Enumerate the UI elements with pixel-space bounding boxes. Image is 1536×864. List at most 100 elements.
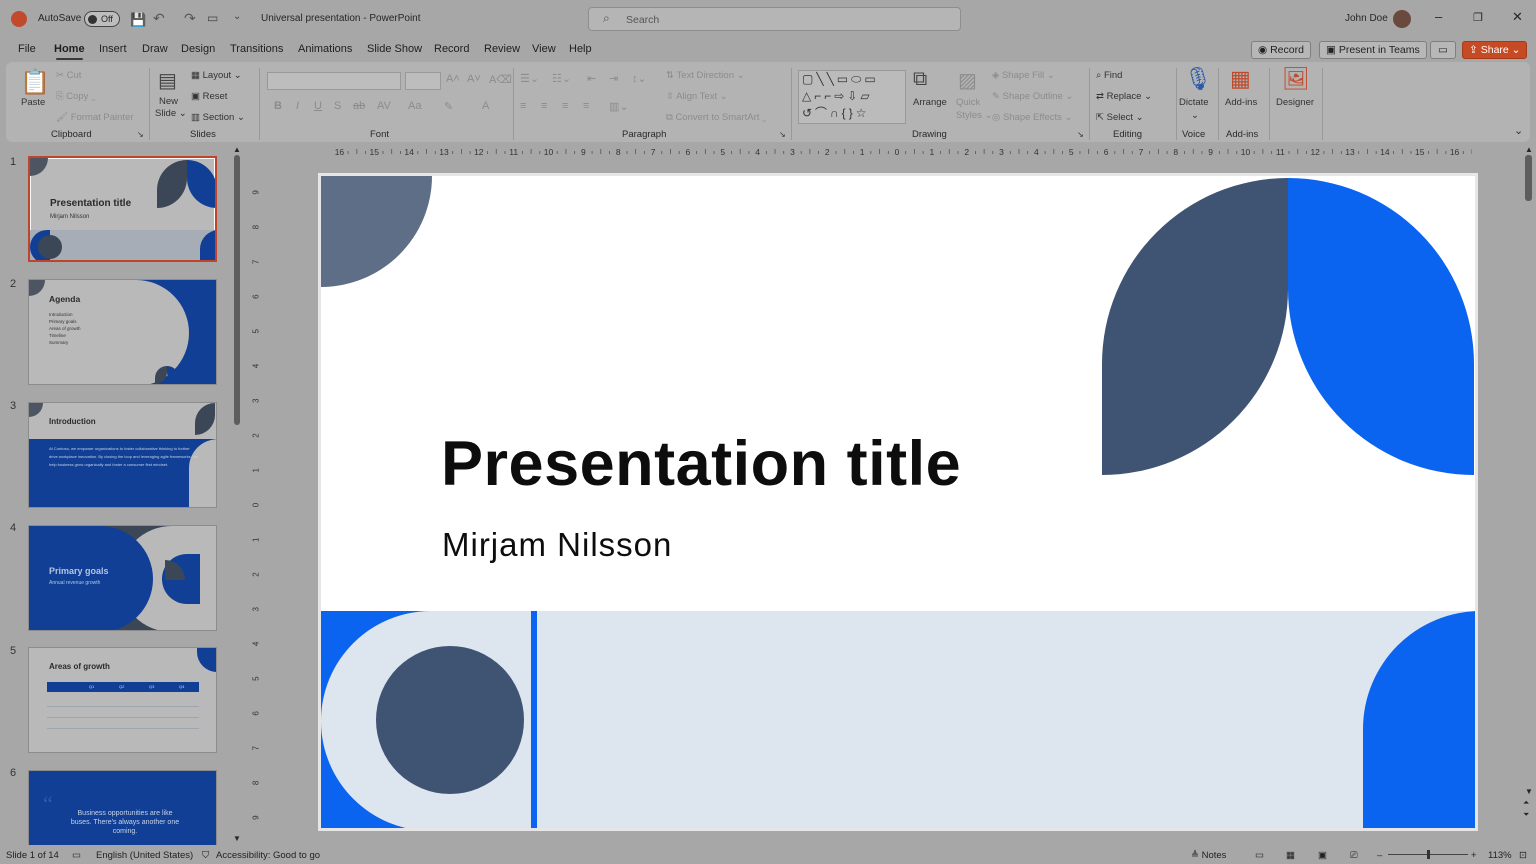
cut-button[interactable]: ✂ Cut: [56, 70, 81, 81]
zoom-out-icon[interactable]: –: [1377, 850, 1382, 861]
drawing-launcher-icon[interactable]: ↘: [1077, 130, 1084, 139]
decrease-indent-icon[interactable]: ⇤: [587, 72, 596, 85]
strikethrough-icon[interactable]: ab: [353, 100, 365, 112]
shape-outline-button[interactable]: ✎ Shape Outline ⌄: [992, 91, 1073, 102]
text-direction-button[interactable]: ⇅ Text Direction ⌄: [666, 70, 745, 81]
undo-icon[interactable]: ↶: [153, 10, 165, 27]
new-slide-button-line2[interactable]: Slide ⌄: [155, 108, 187, 119]
highlight-icon[interactable]: ✎: [444, 100, 453, 113]
zoom-slider-thumb[interactable]: [1427, 850, 1430, 859]
language-status[interactable]: English (United States): [96, 850, 193, 861]
paste-icon[interactable]: 📋: [20, 68, 50, 97]
spelling-icon[interactable]: ▭: [72, 850, 81, 861]
arrange-icon[interactable]: ⧉: [913, 68, 927, 91]
copy-button[interactable]: ⎘ Copy ⌄: [56, 91, 96, 102]
search-input[interactable]: Search: [626, 14, 659, 26]
slide-canvas[interactable]: Presentation title Mirjam Nilsson: [318, 173, 1478, 831]
font-name-combo[interactable]: [267, 72, 401, 90]
tab-insert[interactable]: Insert: [99, 43, 127, 55]
tab-view[interactable]: View: [532, 43, 556, 55]
microphone-icon[interactable]: 🎙: [1184, 66, 1212, 92]
comments-button[interactable]: ▭: [1430, 41, 1456, 59]
autosave-toggle[interactable]: Off: [84, 11, 120, 27]
tab-home[interactable]: Home: [54, 43, 85, 60]
section-button[interactable]: ▥ Section ⌄: [191, 112, 245, 123]
increase-indent-icon[interactable]: ⇥: [609, 72, 618, 85]
redo-icon[interactable]: ↷: [184, 10, 196, 27]
normal-view-icon[interactable]: ▭: [1255, 850, 1264, 861]
decrease-font-icon[interactable]: A˅: [467, 73, 481, 85]
underline-icon[interactable]: U: [314, 100, 322, 112]
quick-styles-icon[interactable]: ▨: [958, 68, 977, 93]
align-right-icon[interactable]: ≡: [562, 100, 568, 112]
collapse-ribbon-icon[interactable]: ⌄: [1514, 124, 1523, 137]
previous-slide-icon[interactable]: ⏶: [1523, 798, 1529, 808]
next-slide-icon[interactable]: ⏷: [1523, 810, 1529, 820]
replace-button[interactable]: ⇄ Replace ⌄: [1096, 91, 1152, 102]
reading-view-icon[interactable]: ▣: [1318, 850, 1327, 861]
present-in-teams-button[interactable]: ▣ Present in Teams: [1319, 41, 1427, 59]
arrange-button[interactable]: Arrange: [913, 97, 947, 108]
shape-fill-button[interactable]: ◈ Shape Fill ⌄: [992, 70, 1055, 81]
align-text-button[interactable]: ⇳ Align Text ⌄: [666, 91, 728, 102]
tab-animations[interactable]: Animations: [298, 43, 352, 55]
record-button[interactable]: ◉ Record: [1251, 41, 1311, 59]
share-button[interactable]: ⇪ Share ⌄: [1462, 41, 1528, 59]
add-ins-icon[interactable]: ▦: [1230, 66, 1251, 92]
vertical-ruler[interactable]: 9 8 7 6 5 4 3 2 1 0 1 2 3 4 5 6 7 8 9: [252, 175, 265, 835]
tab-record[interactable]: Record: [434, 43, 469, 55]
justify-icon[interactable]: ≡: [583, 100, 589, 112]
convert-smartart-button[interactable]: ⧉ Convert to SmartArt ⌄: [666, 112, 767, 123]
numbering-icon[interactable]: ☷⌄: [552, 72, 571, 85]
scroll-up-icon[interactable]: ▲: [233, 145, 241, 154]
horizontal-ruler[interactable]: 16 15 14 13 12 11 10 9 8 7 6 5 4 3 2 1 0 1 2 3 4 5 6 7 8 9 10 11 12 1…: [322, 145, 1472, 158]
editor-scroll-down-icon[interactable]: ▼: [1525, 787, 1533, 796]
designer-icon[interactable]: 🖼: [1282, 66, 1310, 92]
designer-button[interactable]: Designer: [1276, 97, 1314, 108]
paragraph-launcher-icon[interactable]: ↘: [779, 130, 786, 139]
align-left-icon[interactable]: ≡: [520, 100, 526, 112]
columns-icon[interactable]: ▥⌄: [609, 100, 629, 113]
tab-slide-show[interactable]: Slide Show: [367, 43, 422, 55]
shadow-icon[interactable]: S: [334, 100, 341, 112]
find-button[interactable]: ⌕ Find: [1096, 70, 1122, 81]
shape-effects-button[interactable]: ◎ Shape Effects ⌄: [992, 112, 1073, 123]
slide-counter[interactable]: Slide 1 of 14: [6, 850, 59, 861]
line-spacing-icon[interactable]: ↕⌄: [632, 72, 647, 85]
user-name[interactable]: John Doe: [1345, 13, 1388, 24]
thumbnail-slide-4[interactable]: Primary goals Annual revenue growth: [28, 525, 217, 631]
scroll-down-icon[interactable]: ▼: [233, 834, 241, 843]
paste-button[interactable]: Paste: [21, 97, 45, 108]
clear-formatting-icon[interactable]: A⌫: [489, 73, 512, 86]
editor-scrollbar-thumb[interactable]: [1525, 155, 1532, 201]
restore-icon[interactable]: ❐: [1473, 11, 1483, 24]
accessibility-status[interactable]: Accessibility: Good to go: [216, 850, 320, 861]
increase-font-icon[interactable]: A˄: [446, 73, 460, 85]
slide-subtitle[interactable]: Mirjam Nilsson: [442, 526, 672, 564]
search-box[interactable]: ⌕ Search: [588, 7, 961, 31]
thumbnail-slide-5[interactable]: Areas of growth Q1 Q2 Q3 Q4: [28, 647, 217, 753]
font-size-combo[interactable]: [405, 72, 441, 90]
fit-to-window-icon[interactable]: ⊡: [1519, 850, 1527, 861]
reset-button[interactable]: ▣ Reset: [191, 91, 227, 102]
slide-sorter-icon[interactable]: ▦: [1286, 850, 1295, 861]
tab-draw[interactable]: Draw: [142, 43, 168, 55]
thumbnail-slide-3[interactable]: Introduction At Contoso, we empower orga…: [28, 402, 217, 508]
notes-button[interactable]: ≜ Notes: [1191, 850, 1226, 861]
bullets-icon[interactable]: ☰⌄: [520, 72, 539, 85]
new-slide-button[interactable]: New: [159, 96, 178, 107]
slide-show-icon[interactable]: ⎚: [1350, 850, 1358, 861]
customize-toolbar-icon[interactable]: ⌄: [233, 11, 241, 22]
tab-review[interactable]: Review: [484, 43, 520, 55]
thumbnail-slide-2[interactable]: Agenda Introduction Primary goals Areas …: [28, 279, 217, 385]
dictate-button[interactable]: Dictate: [1179, 97, 1209, 108]
new-slide-icon[interactable]: ▤: [158, 68, 177, 93]
editor-scroll-up-icon[interactable]: ▲: [1525, 145, 1533, 154]
quick-styles-button-line2[interactable]: Styles ⌄: [956, 110, 992, 121]
thumbnail-slide-1[interactable]: Presentation title Mirjam Nilsson: [28, 156, 217, 262]
avatar[interactable]: [1393, 10, 1411, 28]
layout-button[interactable]: ▦ Layout ⌄: [191, 70, 242, 81]
tab-transitions[interactable]: Transitions: [230, 43, 283, 55]
bold-icon[interactable]: B: [274, 100, 282, 112]
shapes-gallery[interactable]: ▢╲╲▭⬭▭ △⌐⌐⇨⇩▱ ↺⌒∩{}☆: [798, 70, 906, 124]
